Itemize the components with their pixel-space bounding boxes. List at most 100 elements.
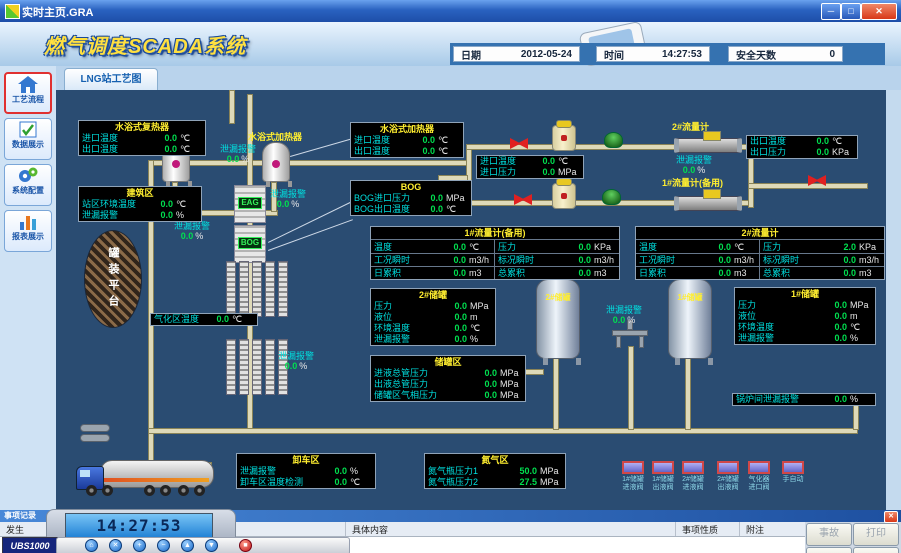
pipe [148,428,858,434]
panel-row: 进口温度0.0℃ [351,135,463,146]
valve-indicator[interactable] [748,461,770,474]
vaporizer [265,261,275,317]
tank1-label: 1#储罐 [669,292,711,303]
panel-row: 锅炉间泄漏报警0.0% [733,394,875,405]
home-icon[interactable]: ⌂ [85,539,98,552]
column-header: 具体内容 [346,522,676,536]
leak-alarm-label: 泄漏报警 0.0% [668,155,720,175]
panel-row: BOG出口温度0.0℃ [351,204,471,215]
truck-wheel [102,485,113,496]
window-title: 实时主页.GRA [22,4,94,20]
tanker-truck [76,452,276,500]
safe-days-value: 0 [829,49,835,60]
safe-days-label: 安全天数 [736,47,776,62]
panel-row: 出口温度0.0℃ [351,146,463,157]
sidebar: 工艺流程 数据展示 系统配置 报表展示 [0,66,56,510]
flow-cell: 标况瞬时0.0m3/h [495,253,619,266]
panel-tank-area: 储罐区 进液总管压力0.0MPa 出液总管压力0.0MPa 储罐区气相压力0.0… [370,355,526,402]
sidebar-item-label: 数据展示 [5,139,51,150]
valve-indicator[interactable] [782,461,804,474]
panel-row: 压力0.0MPa [735,300,875,311]
panel-row: 氮气瓶压力150.0MPa [425,466,565,477]
maximize-button[interactable]: □ [841,3,861,20]
vaporizer [252,261,262,317]
sidebar-item-label: 系统配置 [5,185,51,196]
tab-strip: LNG站工艺图 [0,66,901,90]
meter-head [703,189,721,199]
valve-indicator[interactable] [682,461,704,474]
leak-alarm-label: 泄漏报警 0.0% [166,221,218,241]
time-field: 时间 14:27:53 [596,46,710,62]
minus-icon[interactable]: − [157,539,170,552]
truck-wheel [160,485,171,496]
sidebar-item-label: 报表展示 [5,231,51,242]
sidebar-item-process-flow[interactable]: 工艺流程 [4,72,52,114]
equipment-cart [80,424,110,432]
platform-label: 罐装平台 [105,247,121,311]
stop-icon[interactable]: ■ [239,539,252,552]
panel-row: 液位0.0m [735,311,875,322]
event-panel-title: 事项记录 [4,511,36,520]
panel-row: 进口温度0.0℃ [79,133,205,144]
print-button[interactable]: 打印 [853,523,899,546]
bog-column: BOG [234,225,266,263]
cab-window [80,470,90,477]
valve-indicator[interactable] [717,461,739,474]
flow-cell: 工况瞬时0.0m3/h [371,253,495,266]
plus-icon[interactable]: + [133,539,146,552]
panel-row: 出口温度0.0℃ [747,136,857,147]
app-logo: 燃气调度SCADA系统 [44,30,246,59]
sidebar-item-data-display[interactable]: 数据展示 [4,118,52,160]
partial-button[interactable] [806,547,852,553]
date-label: 日期 [461,47,481,62]
flow-table-2: 2#流量计 温度0.0℃ 压力2.0KPa 工况瞬时0.0m3/h 标况瞬时0.… [635,226,885,280]
sidebar-item-report-display[interactable]: 报表展示 [4,210,52,252]
filling-platform: 罐装平台 [84,230,142,328]
flow-cell: 工况瞬时0.0m3/h [636,253,760,266]
vaporizer [252,339,262,395]
safe-days-field: 安全天数 0 [728,46,843,62]
event-close-icon[interactable]: ✕ [884,511,898,523]
panel-row: 进口压力0.0MPa [477,167,583,178]
partial-button[interactable] [853,547,899,553]
accident-button[interactable]: 事故 [806,523,852,546]
valve-indicator[interactable] [622,461,644,474]
scada-window: 实时主页.GRA ─ □ ✕ 燃气调度SCADA系统 日期 2012-05-24… [0,0,901,553]
flow-cell: 温度0.0℃ [636,240,760,253]
panel-row: 环境温度0.0℃ [735,322,875,333]
panel-row: 出口压力0.0KPa [747,147,857,158]
truck-wheel [144,485,155,496]
tab-lng-station[interactable]: LNG站工艺图 [64,68,158,91]
vaporizer [239,339,249,395]
bog-label: BOG [238,237,262,249]
gears-icon [5,167,51,184]
status-field-band: 日期 2012-05-24 时间 14:27:53 安全天数 0 [450,43,885,65]
column-header: 事项性质 [676,522,740,536]
down-icon[interactable]: ▼ [205,539,218,552]
up-icon[interactable]: ▲ [181,539,194,552]
close-icon[interactable]: ✕ [109,539,122,552]
vaporizer-bank-1 [226,261,288,317]
trailer-stripe [103,478,209,482]
panel-row: 液位0.0m [371,312,495,323]
panel-outlet: 出口温度0.0℃ 出口压力0.0KPa [746,135,858,159]
bar-chart-icon [5,213,51,230]
panel-tank1: 1#储罐 压力0.0MPa 液位0.0m 环境温度0.0℃ 泄漏报警0.0% [734,287,876,345]
flow-cell: 总累积0.0m3 [760,266,884,279]
panel-boiler-leak: 锅炉间泄漏报警0.0% [732,393,876,406]
truck-trailer [100,460,214,488]
canvas-scrollbar[interactable] [886,90,901,510]
vessel-port [272,160,280,168]
pipe [628,346,634,430]
valve-indicator[interactable] [652,461,674,474]
manifold-leg [639,336,644,348]
close-button[interactable]: ✕ [861,3,897,20]
minimize-button[interactable]: ─ [821,3,841,20]
flow-cell: 压力0.0KPa [495,240,619,253]
panel-row: 压力0.0MPa [371,301,495,312]
panel-row: 储罐区气相压力0.0MPa [371,390,525,401]
tank-legs [543,358,581,365]
leak-alarm-label: 泄漏报警 0.0% [598,305,650,325]
valve-indicator-label: 手自动 [775,476,811,484]
sidebar-item-system-config[interactable]: 系统配置 [4,164,52,206]
